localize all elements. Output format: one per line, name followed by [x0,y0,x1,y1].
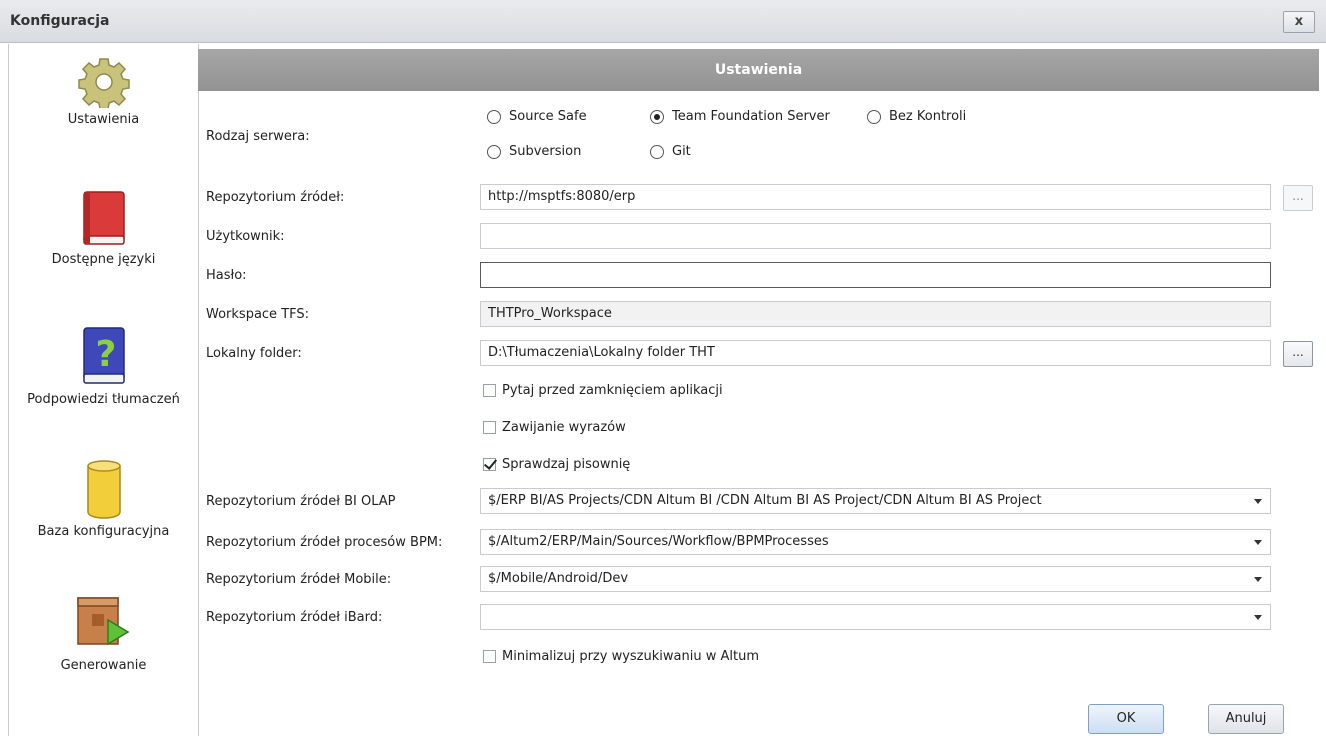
radio-indicator [487,109,501,124]
radio-indicator [650,109,664,124]
radio-label: Source Safe [509,109,587,124]
ask-before-close-checkbox[interactable]: Pytaj przed zamknięciem aplikacji [483,383,723,398]
sidebar-item-label: Dostępne języki [51,252,156,267]
workspace-input[interactable]: THTPro_Workspace [480,301,1271,327]
word-wrap-checkbox[interactable]: Zawijanie wyrazów [483,420,626,435]
checkbox-box [483,384,496,397]
server-type-label: Rodzaj serwera: [206,129,310,144]
sidebar-item-label: Generowanie [60,658,147,673]
ok-button[interactable]: OK [1088,704,1164,734]
repo-label: Repozytorium źródeł: [206,190,345,205]
box-play-icon [76,597,129,646]
local-folder-input[interactable]: D:\Tłumaczenia\Lokalny folder THT [480,340,1271,366]
radio-subversion[interactable]: Subversion [487,144,581,159]
database-icon [86,460,121,519]
sidebar-item-languages[interactable]: Dostępne języki [9,190,198,268]
radio-source-safe[interactable]: Source Safe [487,109,587,124]
sidebar-item-translation-hints[interactable]: ? Podpowiedzi tłumaczeń [9,326,198,408]
checkbox-label: Zawijanie wyrazów [502,420,626,435]
radio-label: Team Foundation Server [672,109,830,124]
chevron-down-icon [1254,615,1262,620]
radio-team-foundation-server[interactable]: Team Foundation Server [650,109,830,124]
select-value: $/Mobile/Android/Dev [488,571,629,586]
mobile-label: Repozytorium źródeł Mobile: [206,572,392,587]
bi-olap-label: Repozytorium źródeł BI OLAP [206,494,396,509]
checkbox-box [483,458,496,471]
checkbox-box [483,650,496,663]
chevron-down-icon [1254,577,1262,582]
workspace-label: Workspace TFS: [206,307,310,322]
radio-label: Git [672,144,691,159]
local-folder-label: Lokalny folder: [206,346,302,361]
repo-browse-button[interactable]: ... [1283,185,1313,211]
radio-git[interactable]: Git [650,144,691,159]
checkbox-label: Sprawdzaj pisownię [502,457,631,472]
select-value: $/Altum2/ERP/Main/Sources/Workflow/BPMPr… [488,534,829,549]
password-input[interactable] [480,262,1271,288]
repo-input[interactable]: http://msptfs:8080/erp [480,184,1271,210]
title-bar: Konfiguracja x [0,0,1326,43]
ibard-label: Repozytorium źródeł iBard: [206,610,383,625]
checkbox-box [483,421,496,434]
sidebar-item-config-db[interactable]: Baza konfiguracyjna [9,458,198,540]
sidebar-item-generate[interactable]: Generowanie [9,592,198,674]
radio-label: Bez Kontroli [889,109,967,124]
help-book-icon: ? [82,327,125,384]
chevron-down-icon [1254,499,1262,504]
spellcheck-checkbox[interactable]: Sprawdzaj pisownię [483,457,630,472]
bpm-label: Repozytorium źródeł procesów BPM: [206,535,443,550]
svg-text:?: ? [95,334,116,375]
section-header: Ustawienia [198,49,1319,91]
radio-label: Subversion [509,144,582,159]
sidebar-item-label: Baza konfiguracyjna [37,524,170,539]
sidebar: Ustawienia Dostępne języki ? Podpowiedzi… [8,44,199,736]
radio-indicator [867,109,881,124]
close-button[interactable]: x [1283,11,1315,33]
gear-icon [77,58,130,108]
window-title: Konfiguracja [10,13,110,29]
radio-indicator [650,144,664,159]
minimize-checkbox[interactable]: Minimalizuj przy wyszukiwaniu w Altum [483,649,759,664]
user-label: Użytkownik: [206,229,285,244]
password-label: Hasło: [206,268,247,283]
mobile-select[interactable]: $/Mobile/Android/Dev [480,566,1271,592]
radio-bez-kontroli[interactable]: Bez Kontroli [867,109,966,124]
sidebar-item-settings[interactable]: Ustawienia [9,56,198,128]
checkbox-label: Minimalizuj przy wyszukiwaniu w Altum [502,649,759,664]
radio-indicator [487,144,501,159]
select-value: $/ERP BI/AS Projects/CDN Altum BI /CDN A… [488,493,1042,508]
cancel-button[interactable]: Anuluj [1208,704,1284,734]
bi-olap-select[interactable]: $/ERP BI/AS Projects/CDN Altum BI /CDN A… [480,488,1271,514]
sidebar-item-label: Ustawienia [67,112,140,127]
bpm-select[interactable]: $/Altum2/ERP/Main/Sources/Workflow/BPMPr… [480,529,1271,555]
user-input[interactable] [480,223,1271,249]
sidebar-item-label: Podpowiedzi tłumaczeń [27,392,180,407]
local-folder-browse-button[interactable]: ... [1283,341,1313,367]
checkbox-label: Pytaj przed zamknięciem aplikacji [502,383,723,398]
book-red-icon [82,191,125,245]
ibard-select[interactable] [480,604,1271,630]
chevron-down-icon [1254,540,1262,545]
